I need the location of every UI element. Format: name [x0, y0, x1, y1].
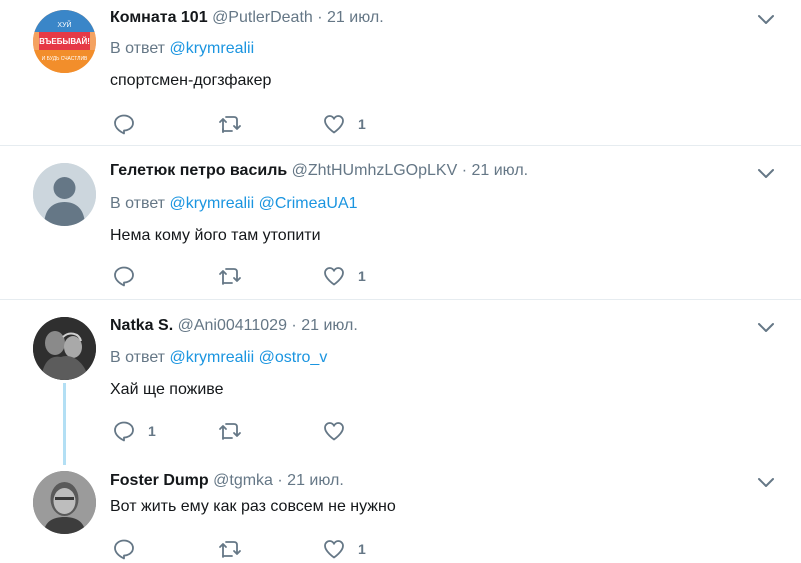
- like-count: 1: [358, 541, 366, 557]
- avatar[interactable]: ХУЙ ВЪЕБЫВАЙ! И БУДЬ СЧАСТЛИВ: [33, 10, 96, 73]
- like-icon: [324, 540, 344, 559]
- avatar-text-top: ХУЙ: [57, 20, 71, 29]
- display-name[interactable]: Natka S.: [110, 317, 173, 334]
- reply-button[interactable]: [112, 112, 172, 136]
- like-count: 1: [358, 268, 366, 284]
- mention-link[interactable]: @krymrealii: [169, 195, 254, 212]
- like-button[interactable]: 1: [322, 112, 382, 136]
- reply-prefix: В ответ: [110, 349, 166, 366]
- tweet-header: Foster Dump @tgmka · 21 июл.: [110, 471, 344, 491]
- display-name[interactable]: Гелетюк петро василь: [110, 162, 287, 179]
- reply-button[interactable]: [112, 537, 172, 561]
- reply-icon: [114, 114, 134, 135]
- avatar[interactable]: [33, 471, 96, 534]
- username[interactable]: @tgmka: [213, 472, 273, 489]
- reply-context: В ответ @krymrealii @ostro_v: [110, 348, 327, 368]
- retweet-icon: [219, 423, 241, 440]
- tweet-text: Хай ще поживе: [110, 381, 224, 398]
- reply-context: В ответ @krymrealii: [110, 39, 254, 59]
- tweet-text: спортсмен-догзфакер: [110, 72, 272, 89]
- reply-icon: [114, 539, 134, 560]
- retweet-icon: [219, 541, 241, 558]
- like-icon: [324, 115, 344, 134]
- separator-dot: ·: [291, 317, 297, 334]
- separator-dot: ·: [277, 472, 283, 489]
- retweet-icon: [219, 116, 241, 133]
- reply-context: В ответ @krymrealii @CrimeaUA1: [110, 194, 358, 214]
- reply-button[interactable]: 1: [112, 419, 172, 443]
- reply-prefix: В ответ: [110, 40, 166, 57]
- avatar[interactable]: [33, 163, 96, 226]
- divider: [0, 299, 801, 300]
- tweet-date[interactable]: 21 июл.: [287, 472, 344, 489]
- tweet-text: Нема кому його там утопити: [110, 227, 321, 244]
- username[interactable]: @ZhtHUmhzLGOpLKV: [292, 162, 458, 179]
- display-name[interactable]: Foster Dump: [110, 472, 209, 489]
- avatar[interactable]: [33, 317, 96, 380]
- avatar-text-bottom: И БУДЬ СЧАСТЛИВ: [42, 56, 88, 62]
- chevron-down-icon[interactable]: [756, 12, 776, 26]
- divider: [0, 145, 801, 146]
- avatar-text-main: ВЪЕБЫВАЙ!: [39, 37, 90, 46]
- like-button[interactable]: [322, 419, 382, 443]
- reply-icon: [114, 266, 134, 287]
- like-button[interactable]: 1: [322, 537, 382, 561]
- retweet-button[interactable]: [217, 264, 277, 288]
- like-button[interactable]: 1: [322, 264, 382, 288]
- tweet-text: Вот жить ему как раз совсем не нужно: [110, 498, 396, 515]
- chevron-down-icon[interactable]: [756, 320, 776, 334]
- chevron-down-icon[interactable]: [756, 475, 776, 489]
- like-icon: [324, 267, 344, 286]
- display-name[interactable]: Комната 101: [110, 9, 208, 26]
- retweet-button[interactable]: [217, 537, 277, 561]
- username[interactable]: @Ani00411029: [178, 317, 287, 334]
- mention-link[interactable]: @CrimeaUA1: [259, 195, 358, 212]
- tweet-date[interactable]: 21 июл.: [327, 9, 384, 26]
- username[interactable]: @PutlerDeath: [212, 9, 313, 26]
- tweet-header: Гелетюк петро василь @ZhtHUmhzLGOpLKV · …: [110, 161, 528, 181]
- reply-button[interactable]: [112, 264, 172, 288]
- retweet-icon: [219, 268, 241, 285]
- separator-dot: ·: [461, 162, 468, 179]
- mention-link[interactable]: @krymrealii: [169, 40, 254, 57]
- retweet-button[interactable]: [217, 112, 277, 136]
- thread-connector: [63, 383, 66, 465]
- retweet-button[interactable]: [217, 419, 277, 443]
- like-icon: [324, 422, 344, 441]
- tweet-date[interactable]: 21 июл.: [472, 162, 529, 179]
- mention-link[interactable]: @ostro_v: [259, 349, 328, 366]
- chevron-down-icon[interactable]: [756, 166, 776, 180]
- mention-link[interactable]: @krymrealii: [169, 349, 254, 366]
- tweet-date[interactable]: 21 июл.: [301, 317, 358, 334]
- separator-dot: ·: [317, 9, 323, 26]
- reply-icon: [114, 421, 134, 442]
- reply-count: 1: [148, 423, 156, 439]
- reply-prefix: В ответ: [110, 195, 166, 212]
- like-count: 1: [358, 116, 366, 132]
- tweet-header: Комната 101 @PutlerDeath · 21 июл.: [110, 8, 384, 28]
- tweet-header: Natka S. @Ani00411029 · 21 июл.: [110, 316, 358, 336]
